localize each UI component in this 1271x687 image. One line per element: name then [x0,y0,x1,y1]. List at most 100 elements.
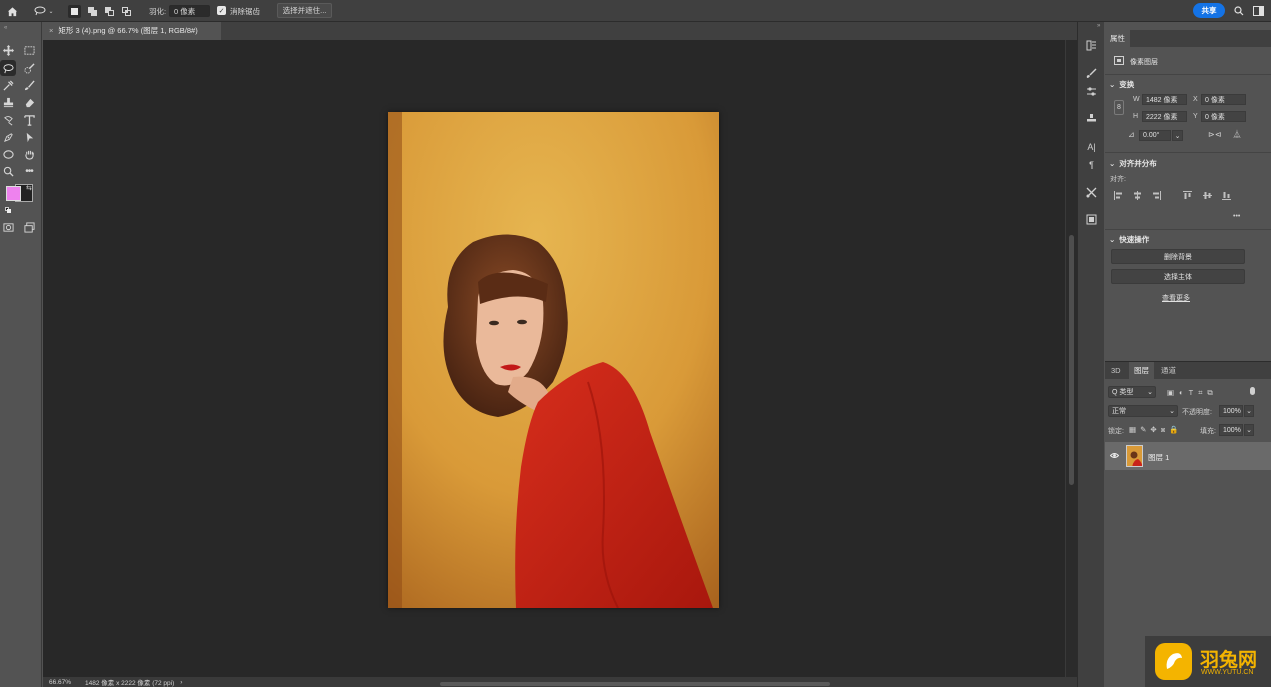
tool-presets-panel-icon[interactable] [1084,185,1099,200]
vertical-scrollbar[interactable] [1065,40,1077,677]
add-selection-mode[interactable] [86,4,99,18]
align-right-icon[interactable] [1152,191,1161,200]
antialias-checkbox[interactable]: ✓ [217,6,226,15]
eyedropper-tool-icon[interactable] [0,77,16,93]
libraries-panel-icon[interactable] [1084,212,1099,227]
document-tab[interactable]: × 矩形 3 (4).png @ 66.7% (图层 1, RGB/8#) [43,22,221,40]
status-menu-arrow[interactable]: › [180,679,182,686]
share-button[interactable]: 共享 [1193,3,1225,18]
workspace-icon[interactable] [1252,4,1264,18]
search-icon[interactable] [1233,4,1245,18]
swap-colors-icon[interactable]: ⇆ [26,184,32,192]
blend-mode-select[interactable]: 正常 ⌄ [1108,405,1178,417]
layer-row[interactable]: 图层 1 [1105,442,1271,470]
quick-mask-icon[interactable] [0,219,16,235]
angle-dropdown-chevron-icon[interactable]: ⌄ [1172,130,1183,141]
brush-settings-panel-icon[interactable] [1084,66,1099,81]
filter-toggle-icon[interactable] [1250,387,1255,395]
align-label: 对齐: [1110,176,1126,183]
flip-vertical-icon[interactable]: ⏅ [1233,129,1241,140]
tab-channels[interactable]: 通道 [1156,362,1181,379]
screen-mode-icon[interactable] [21,219,37,235]
new-selection-mode[interactable] [68,4,81,18]
paragraph-panel-icon[interactable]: ¶ [1084,157,1099,172]
tab-3d[interactable]: 3D [1106,362,1126,379]
align-top-icon[interactable] [1183,191,1192,200]
more-options-icon[interactable]: ••• [1233,213,1240,220]
opacity-chevron-icon[interactable]: ⌄ [1244,405,1254,417]
path-selection-tool-icon[interactable] [21,129,37,145]
lasso-tool-icon[interactable] [0,60,16,76]
transform-section-header[interactable]: ⌄ 变换 [1109,79,1134,90]
align-center-horizontal-icon[interactable] [1133,191,1142,200]
tab-layers[interactable]: 图层 [1129,362,1154,379]
select-subject-button[interactable]: 选择主体 [1111,269,1245,284]
vertical-scroll-thumb[interactable] [1069,235,1074,485]
collapse-panels-icon[interactable]: » [1097,23,1100,29]
brush-tool-icon[interactable] [21,77,37,93]
chevron-down-icon: ⌄ [1109,235,1116,244]
canvas-area[interactable] [43,40,1065,677]
move-tool-icon[interactable] [0,42,16,58]
stamp-tool-icon[interactable] [0,94,16,110]
collapse-toolbar-icon[interactable]: « [4,25,7,31]
default-colors-icon[interactable] [5,207,11,213]
width-input[interactable]: 1482 像素 [1142,94,1187,105]
flip-horizontal-icon[interactable]: ⊳⊲ [1208,130,1221,139]
angle-input[interactable]: 0.00° [1139,130,1171,141]
lock-label: 锁定: [1108,428,1124,435]
align-bottom-icon[interactable] [1222,191,1231,200]
tab-properties[interactable]: 属性 [1105,30,1130,47]
y-input[interactable]: 0 像素 [1201,111,1246,122]
horizontal-scroll-thumb[interactable] [440,682,830,686]
eraser-tool-icon[interactable] [21,94,37,110]
ellipse-tool-icon[interactable] [0,146,16,162]
layer-filter-icons[interactable]: ▣◐T⌗⧉ [1167,388,1218,398]
chevron-down-icon: ⌄ [1109,80,1116,89]
marquee-tool-icon[interactable] [21,42,37,58]
align-left-icon[interactable] [1114,191,1123,200]
chevron-down-icon: ⌄ [48,8,54,15]
angle-icon: ⊿ [1128,130,1135,139]
subtract-selection-mode[interactable] [103,4,116,18]
history-brush-tool-icon[interactable] [0,112,16,128]
foreground-color-swatch[interactable] [6,186,21,201]
fill-input[interactable]: 100% [1219,424,1243,436]
align-section-header[interactable]: ⌄ 对齐并分布 [1109,158,1157,169]
select-and-mask-button[interactable]: 选择并遮住... [277,3,332,18]
history-panel-icon[interactable] [1084,38,1099,53]
feather-input[interactable]: 0 像素 [169,5,210,17]
height-input[interactable]: 2222 像素 [1142,111,1187,122]
adjustments-panel-icon[interactable] [1084,84,1099,99]
quick-selection-tool-icon[interactable] [21,60,37,76]
hand-tool-icon[interactable] [21,146,37,162]
quick-actions-section-header[interactable]: ⌄ 快速操作 [1109,234,1149,245]
chevron-down-icon: ⌄ [1109,159,1116,168]
document-image[interactable] [388,112,719,608]
lasso-preset-picker[interactable]: ⌄ [33,4,55,18]
character-panel-icon[interactable]: A| [1084,139,1099,154]
intersect-selection-mode[interactable] [120,4,133,18]
close-tab-icon[interactable]: × [49,26,53,35]
x-input[interactable]: 0 像素 [1201,94,1246,105]
layer-name[interactable]: 图层 1 [1148,452,1169,463]
more-tools-icon[interactable]: ••• [21,163,37,179]
zoom-tool-icon[interactable] [0,163,16,179]
see-more-link[interactable]: 查看更多 [1162,293,1190,303]
align-middle-vertical-icon[interactable] [1203,191,1212,200]
zoom-level[interactable]: 66.67% [49,679,85,686]
remove-background-button[interactable]: 删除背景 [1111,249,1245,264]
height-label: H [1133,113,1139,120]
visibility-eye-icon[interactable] [1109,451,1120,460]
clone-source-panel-icon[interactable] [1084,111,1099,126]
watermark-name: 羽兔网 [1200,650,1258,671]
opacity-input[interactable]: 100% [1219,405,1243,417]
lasso-icon [34,6,46,16]
fill-chevron-icon[interactable]: ⌄ [1244,424,1254,436]
type-tool-icon[interactable] [21,112,37,128]
link-icon[interactable]: 8 [1114,100,1124,115]
lock-options-icons[interactable]: ▦✎✥⧈🔒 [1129,425,1183,435]
home-icon[interactable] [5,4,19,18]
pen-tool-icon[interactable] [0,129,16,145]
layer-filter-select[interactable]: Q 类型 ⌄ [1108,386,1156,398]
